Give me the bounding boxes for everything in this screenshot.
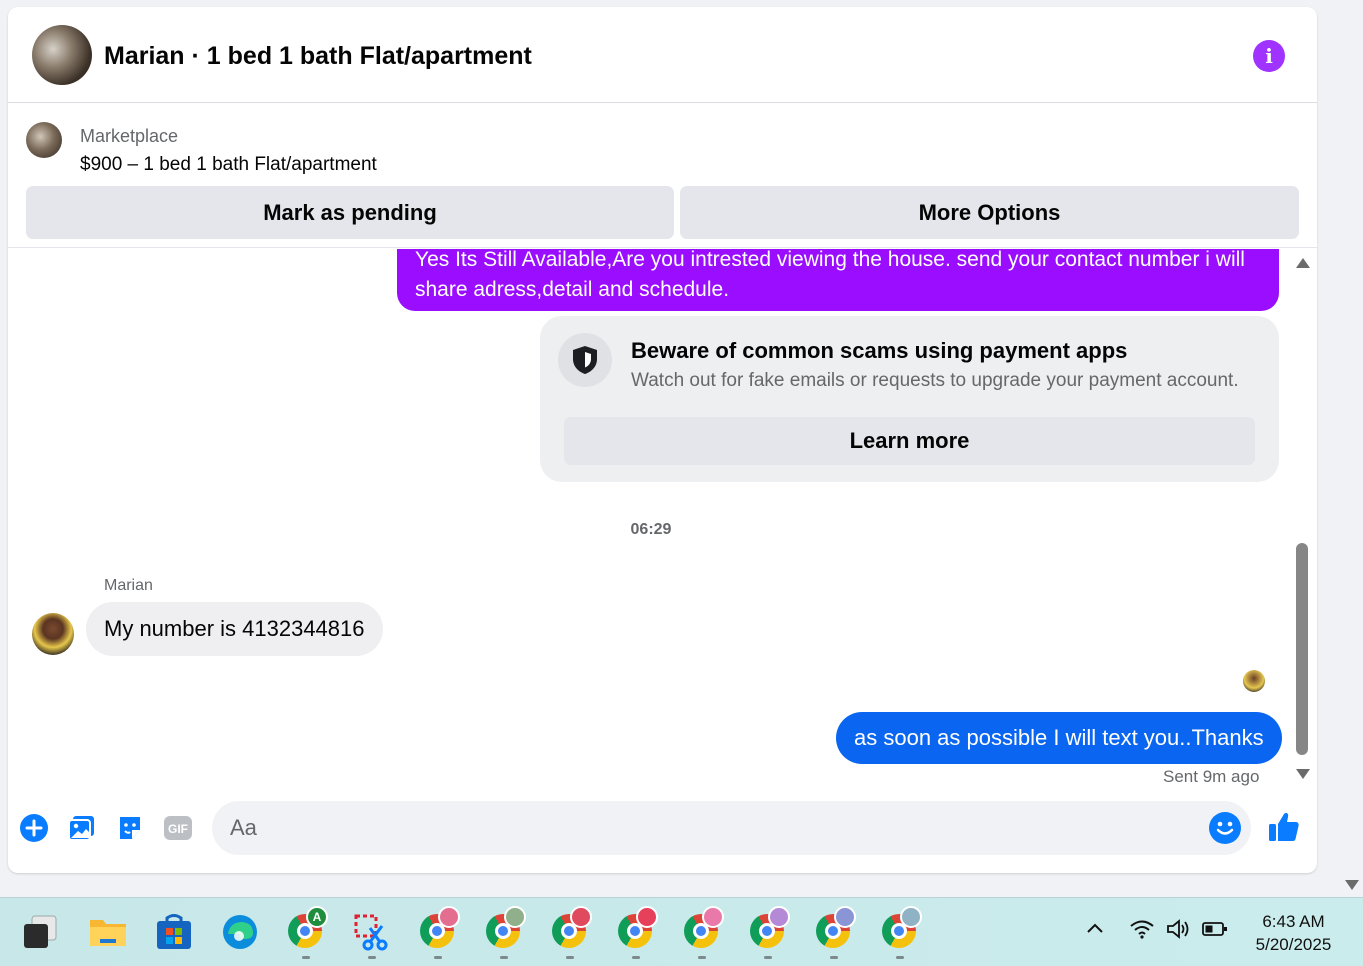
listing-source: Marketplace <box>80 126 179 146</box>
scam-warning-heading: Beware of common scams using payment app… <box>631 338 1128 363</box>
profile-avatar-icon <box>768 906 790 928</box>
listing-thumbnail[interactable] <box>26 122 62 158</box>
edge-browser-icon[interactable] <box>220 912 260 952</box>
profile-avatar-icon <box>702 906 724 928</box>
profile-badge-letter: A <box>306 906 328 928</box>
message-thread: Yes Its Still Available,Are you intreste… <box>8 249 1317 794</box>
running-indicator <box>368 956 376 959</box>
chrome-window-icon[interactable] <box>748 906 790 959</box>
page-scroll-down-arrow-icon[interactable] <box>1345 880 1359 890</box>
conversation-header: Marian · 1 bed 1 bath Flat/apartment i <box>8 7 1317 103</box>
message-input-container <box>212 801 1251 855</box>
microsoft-store-icon[interactable] <box>154 912 194 952</box>
svg-text:GIF: GIF <box>168 822 188 836</box>
shield-icon <box>558 333 612 387</box>
chrome-window-icon[interactable] <box>550 906 592 959</box>
file-explorer-icon[interactable] <box>88 912 128 952</box>
scam-warning-subtext: Watch out for fake emails or requests to… <box>631 370 1239 391</box>
running-indicator <box>434 956 442 959</box>
running-indicator <box>764 956 772 959</box>
conversation-title: Marian · 1 bed 1 bath Flat/apartment <box>104 42 532 70</box>
profile-avatar-icon <box>438 906 460 928</box>
chrome-window-icon[interactable] <box>418 906 460 959</box>
sender-avatar[interactable] <box>32 613 74 655</box>
outgoing-message[interactable]: Yes Its Still Available,Are you intreste… <box>397 249 1279 311</box>
thread-scrollbar[interactable] <box>1294 251 1310 791</box>
profile-avatar-icon <box>570 906 592 928</box>
chrome-window-icon[interactable] <box>616 906 658 959</box>
chrome-window-icon[interactable] <box>814 906 856 959</box>
gif-icon[interactable]: GIF <box>162 812 194 844</box>
messenger-panel: Marian · 1 bed 1 bath Flat/apartment i M… <box>8 7 1317 873</box>
chrome-profile-a-icon[interactable]: A <box>286 906 328 959</box>
running-indicator <box>698 956 706 959</box>
emoji-icon[interactable] <box>1209 812 1241 844</box>
running-indicator <box>830 956 838 959</box>
battery-icon[interactable] <box>1201 918 1229 946</box>
more-options-button[interactable]: More Options <box>680 186 1299 239</box>
profile-avatar-icon <box>834 906 856 928</box>
volume-icon[interactable] <box>1165 918 1193 946</box>
profile-avatar-icon <box>504 906 526 928</box>
chrome-window-icon[interactable] <box>682 906 724 959</box>
photo-icon[interactable] <box>66 812 98 844</box>
profile-avatar-icon <box>636 906 658 928</box>
listing-avatar[interactable] <box>32 25 92 85</box>
learn-more-button[interactable]: Learn more <box>564 417 1255 465</box>
running-indicator <box>566 956 574 959</box>
info-icon[interactable]: i <box>1253 40 1285 72</box>
sticker-icon[interactable] <box>114 812 146 844</box>
running-indicator <box>302 956 310 959</box>
chrome-window-icon[interactable] <box>880 906 922 959</box>
sender-name: Marian <box>104 577 153 594</box>
outgoing-message-latest[interactable]: as soon as possible I will text you..Tha… <box>836 712 1282 764</box>
scrollbar-thumb[interactable] <box>1296 543 1308 755</box>
message-composer: GIF <box>8 797 1317 863</box>
profile-avatar-icon <box>900 906 922 928</box>
mark-as-pending-button[interactable]: Mark as pending <box>26 186 674 239</box>
task-view-icon[interactable] <box>20 912 60 952</box>
listing-price[interactable]: $900 – 1 bed 1 bath Flat/apartment <box>80 154 377 176</box>
like-thumbs-up-icon[interactable] <box>1266 809 1302 845</box>
show-hidden-icons-chevron-icon[interactable] <box>1085 918 1105 944</box>
seen-receipt-avatar <box>1243 670 1265 692</box>
running-indicator <box>896 956 904 959</box>
wifi-icon[interactable] <box>1129 918 1155 946</box>
scroll-down-arrow-icon[interactable] <box>1296 769 1310 779</box>
scam-warning-card: Beware of common scams using payment app… <box>540 316 1279 482</box>
snipping-tool-icon[interactable] <box>352 912 392 959</box>
message-input[interactable] <box>212 801 1192 855</box>
sent-status: Sent 9m ago <box>1163 767 1260 786</box>
incoming-message[interactable]: My number is 4132344816 <box>86 602 383 656</box>
chrome-window-icon[interactable] <box>484 906 526 959</box>
scroll-up-arrow-icon[interactable] <box>1296 258 1310 268</box>
windows-taskbar: A 6:43 AM 5/20/2025 <box>0 897 1363 966</box>
running-indicator <box>500 956 508 959</box>
clock-time: 6:43 AM <box>1262 912 1325 931</box>
clock-date: 5/20/2025 <box>1255 935 1332 954</box>
system-clock[interactable]: 6:43 AM 5/20/2025 <box>1236 910 1351 956</box>
running-indicator <box>632 956 640 959</box>
marketplace-listing-bar: Marketplace $900 – 1 bed 1 bath Flat/apa… <box>8 104 1317 248</box>
message-timestamp: 06:29 <box>630 521 672 538</box>
plus-icon[interactable] <box>18 812 50 844</box>
